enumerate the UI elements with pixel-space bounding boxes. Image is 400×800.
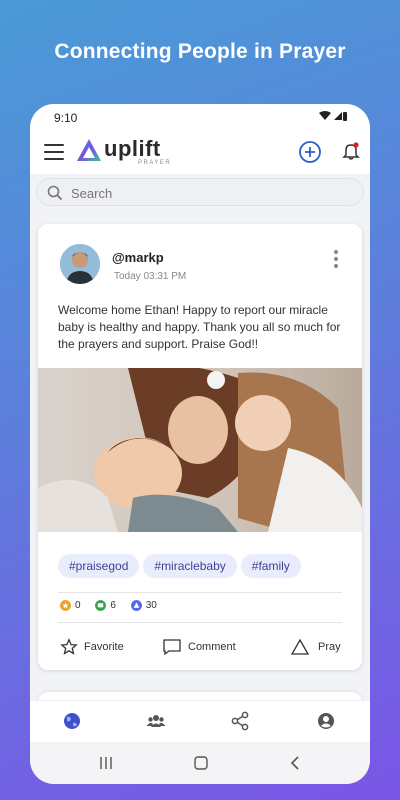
user-avatar-icon — [60, 244, 100, 284]
nav-feed[interactable] — [62, 711, 82, 731]
plus-circle-icon — [299, 141, 321, 163]
post-text: Welcome home Ethan! Happy to report our … — [58, 303, 341, 351]
post-timestamp: Today 03:31 PM — [114, 271, 187, 282]
more-options-icon[interactable] — [330, 250, 342, 272]
pray-icon — [130, 600, 142, 611]
back-icon — [290, 756, 299, 770]
post-actions: Favorite Comment Pray — [38, 638, 362, 658]
search-input[interactable] — [71, 183, 351, 203]
headline: Connecting People in Prayer — [54, 40, 346, 63]
bell-icon — [342, 142, 360, 160]
status-bar: 9:10 — [30, 104, 370, 130]
recents-icon — [100, 757, 112, 769]
app-bar: uplift PRAYER — [30, 130, 370, 174]
favorites-count: 0 — [60, 600, 81, 611]
app-logo: uplift PRAYER — [76, 136, 170, 168]
add-post-button[interactable] — [298, 140, 322, 164]
avatar[interactable] — [60, 244, 100, 284]
bottom-nav — [30, 700, 370, 742]
back-button[interactable] — [288, 755, 304, 776]
post-photo — [38, 368, 362, 532]
wifi-battery-icon — [319, 111, 347, 121]
tag-chip[interactable]: #family — [240, 554, 301, 578]
profile-icon — [318, 713, 334, 729]
status-time: 9:10 — [54, 111, 78, 125]
star-outline-icon — [60, 638, 78, 655]
nav-share[interactable] — [230, 711, 250, 731]
share-icon — [231, 711, 249, 731]
pray-outline-icon — [290, 638, 310, 655]
prays-count: 30 — [130, 600, 157, 611]
tag-list: #praisegod #miraclebaby #family — [58, 554, 305, 578]
home-button[interactable] — [193, 755, 209, 776]
post-stats: 0 6 30 — [60, 600, 169, 611]
nav-profile[interactable] — [316, 711, 336, 731]
comment-icon — [95, 600, 107, 611]
recent-apps-button[interactable] — [98, 755, 114, 776]
divider — [58, 622, 342, 623]
post-username[interactable]: @markp — [112, 250, 164, 265]
divider — [58, 592, 342, 593]
system-status-icons — [318, 110, 348, 125]
star-icon — [60, 600, 71, 611]
favorite-button[interactable]: Favorite — [60, 638, 140, 658]
menu-icon[interactable] — [44, 144, 64, 160]
system-nav-bar — [30, 742, 370, 784]
community-icon — [146, 715, 166, 727]
search-icon — [47, 185, 63, 201]
uplift-logo-icon — [77, 139, 101, 161]
comment-button[interactable]: Comment — [162, 638, 252, 658]
notifications-button[interactable] — [342, 141, 360, 161]
nav-community[interactable] — [146, 711, 166, 731]
pray-button[interactable]: Pray — [290, 638, 350, 658]
search-bar[interactable] — [36, 178, 364, 206]
tag-chip[interactable]: #praisegod — [58, 554, 140, 578]
globe-icon — [64, 713, 80, 729]
comment-outline-icon — [163, 639, 181, 656]
post-card: @markp Today 03:31 PM Welcome home Ethan… — [38, 224, 362, 670]
home-icon — [194, 756, 208, 770]
phone-frame: 9:10 uplift PRAYER Search @markp Today 0… — [30, 104, 370, 784]
tag-chip[interactable]: #miraclebaby — [143, 554, 237, 578]
logo-subtitle: PRAYER — [138, 160, 172, 166]
comments-count: 6 — [95, 600, 116, 611]
logo-word: uplift — [104, 136, 161, 161]
